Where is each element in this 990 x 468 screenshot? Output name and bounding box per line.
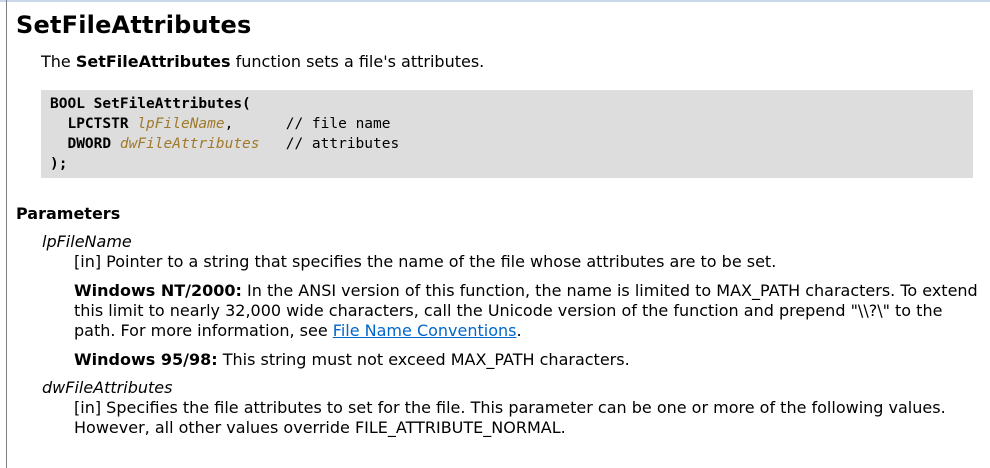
syntax-param2-type: DWORD: [50, 136, 120, 152]
summary-suffix: function sets a file's attributes.: [230, 52, 485, 71]
doc-content: SetFileAttributes The SetFileAttributes …: [16, 6, 986, 438]
summary-function-name: SetFileAttributes: [75, 52, 231, 71]
window-left-border: [6, 0, 7, 468]
note-nt-label: Windows NT/2000:: [74, 281, 242, 300]
syntax-param1-name: lpFileName: [137, 116, 225, 132]
param-lpfilename-note-9x: Windows 95/98: This string must not exce…: [74, 350, 984, 370]
note-9x-label: Windows 95/98:: [74, 350, 218, 369]
page-title: SetFileAttributes: [16, 11, 252, 39]
syntax-line-1: BOOL SetFileAttributes(: [50, 94, 973, 114]
syntax-param1-type: LPCTSTR: [50, 116, 138, 132]
function-summary: The SetFileAttributes function sets a fi…: [41, 52, 986, 72]
note-9x-text: This string must not exceed MAX_PATH cha…: [217, 350, 630, 369]
window-top-border: [0, 0, 990, 2]
note-nt-end: .: [516, 321, 522, 340]
param-lpfilename-note-nt: Windows NT/2000: In the ANSI version of …: [74, 281, 984, 341]
syntax-param1-comment: , // file name: [224, 116, 391, 132]
summary-prefix: The: [41, 52, 76, 71]
syntax-code-block: BOOL SetFileAttributes( LPCTSTR lpFileNa…: [41, 90, 973, 178]
parameters-heading: Parameters: [16, 204, 121, 223]
param-dwfileattributes-desc: [in] Specifies the file attributes to se…: [74, 398, 946, 437]
syntax-signature: BOOL SetFileAttributes(: [50, 96, 251, 112]
param-lpfilename-desc: [in] Pointer to a string that specifies …: [74, 252, 777, 271]
syntax-line-4: );: [50, 154, 973, 174]
param-dwfileattributes-name: dwFileAttributes: [42, 378, 173, 397]
syntax-closing: );: [50, 156, 68, 172]
file-name-conventions-link[interactable]: File Name Conventions: [333, 321, 517, 340]
syntax-param2-name: dwFileAttributes: [119, 136, 260, 152]
syntax-param2-comment: // attributes: [259, 136, 400, 152]
syntax-line-3: DWORD dwFileAttributes // attributes: [50, 134, 973, 154]
param-lpfilename-name: lpFileName: [42, 232, 132, 251]
syntax-line-2: LPCTSTR lpFileName, // file name: [50, 114, 973, 134]
